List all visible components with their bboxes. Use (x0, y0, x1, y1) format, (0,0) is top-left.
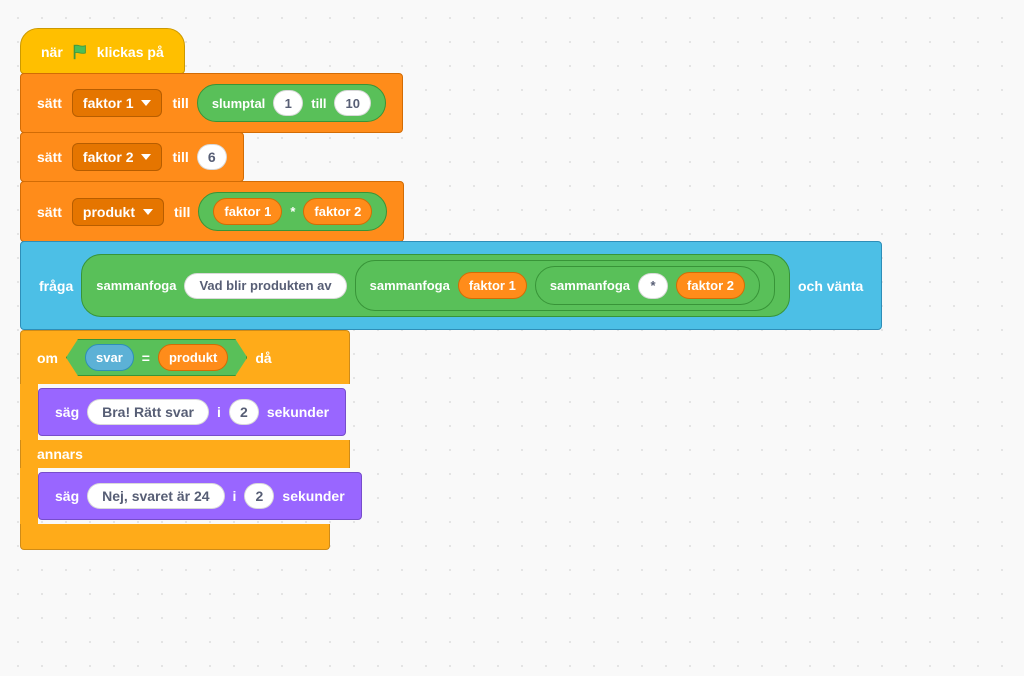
say-secs-input[interactable]: 2 (229, 399, 259, 425)
say-text-input[interactable]: Bra! Rätt svar (87, 399, 209, 425)
join-reporter-1[interactable]: sammanfoga Vad blir produkten av sammanf… (81, 254, 790, 317)
say-suffix: sekunder (267, 404, 329, 420)
hat-suffix: klickas på (97, 44, 164, 60)
variable-reporter[interactable]: faktor 2 (676, 272, 745, 299)
equals-boolean[interactable]: svar = produkt (66, 339, 247, 376)
set-label: sätt (37, 149, 62, 165)
hat-prefix: när (41, 44, 63, 60)
say-secs-input[interactable]: 2 (244, 483, 274, 509)
say-for-secs-block-1[interactable]: säg Bra! Rätt svar i 2 sekunder (38, 388, 346, 436)
join-text-input[interactable]: * (638, 273, 668, 299)
value-input[interactable]: 6 (197, 144, 227, 170)
variable-dropdown[interactable]: faktor 1 (72, 89, 163, 117)
then-label: då (255, 350, 271, 366)
say-in-label: i (217, 404, 221, 420)
if-top[interactable]: om svar = produkt då (20, 330, 350, 384)
to-label: till (174, 204, 190, 220)
variable-reporter[interactable]: produkt (158, 344, 228, 371)
if-body: säg Bra! Rätt svar i 2 sekunder (20, 384, 362, 440)
say-text-input[interactable]: Nej, svaret är 24 (87, 483, 224, 509)
ask-and-wait-block[interactable]: fråga sammanfoga Vad blir produkten av s… (20, 241, 882, 330)
if-else-block[interactable]: om svar = produkt då säg Bra! Rätt svar … (20, 330, 362, 550)
random-to-label: till (311, 96, 326, 111)
set-variable-block-2[interactable]: sätt faktor 2 till 6 (20, 132, 244, 182)
to-label: till (172, 95, 188, 111)
ask-label: fråga (39, 278, 73, 294)
multiply-reporter[interactable]: faktor 1 * faktor 2 (198, 192, 387, 231)
script-stack: när klickas på sätt faktor 1 till slumpt… (20, 28, 1004, 550)
set-label: sätt (37, 204, 62, 220)
join-label: sammanfoga (550, 278, 630, 293)
if-label: om (37, 350, 58, 366)
say-in-label: i (233, 488, 237, 504)
say-suffix: sekunder (282, 488, 344, 504)
set-label: sätt (37, 95, 62, 111)
variable-dropdown[interactable]: faktor 2 (72, 143, 163, 171)
set-variable-block-3[interactable]: sätt produkt till faktor 1 * faktor 2 (20, 181, 404, 242)
join-label: sammanfoga (370, 278, 450, 293)
say-label: säg (55, 488, 79, 504)
multiply-op: * (290, 204, 295, 219)
variable-dropdown[interactable]: produkt (72, 198, 164, 226)
and-wait-label: och vänta (798, 278, 863, 294)
event-hat-block[interactable]: när klickas på (20, 28, 185, 74)
green-flag-icon (71, 43, 89, 61)
say-for-secs-block-2[interactable]: säg Nej, svaret är 24 i 2 sekunder (38, 472, 362, 520)
answer-reporter[interactable]: svar (85, 344, 134, 371)
equals-op: = (142, 350, 150, 366)
pick-random-reporter[interactable]: slumptal 1 till 10 (197, 84, 386, 122)
else-body: säg Nej, svaret är 24 i 2 sekunder (20, 468, 362, 524)
join-text-input[interactable]: Vad blir produkten av (184, 273, 346, 299)
join-reporter-3[interactable]: sammanfoga * faktor 2 (535, 266, 760, 305)
random-label: slumptal (212, 96, 265, 111)
variable-reporter[interactable]: faktor 2 (303, 198, 372, 225)
variable-reporter[interactable]: faktor 1 (213, 198, 282, 225)
to-label: till (172, 149, 188, 165)
random-to-input[interactable]: 10 (334, 90, 370, 116)
variable-reporter[interactable]: faktor 1 (458, 272, 527, 299)
if-bottom (20, 524, 330, 550)
else-label: annars (37, 446, 83, 462)
set-variable-block-1[interactable]: sätt faktor 1 till slumptal 1 till 10 (20, 73, 403, 133)
else-label-row[interactable]: annars (20, 440, 350, 468)
say-label: säg (55, 404, 79, 420)
join-label: sammanfoga (96, 278, 176, 293)
random-from-input[interactable]: 1 (273, 90, 303, 116)
join-reporter-2[interactable]: sammanfoga faktor 1 sammanfoga * faktor … (355, 260, 775, 311)
